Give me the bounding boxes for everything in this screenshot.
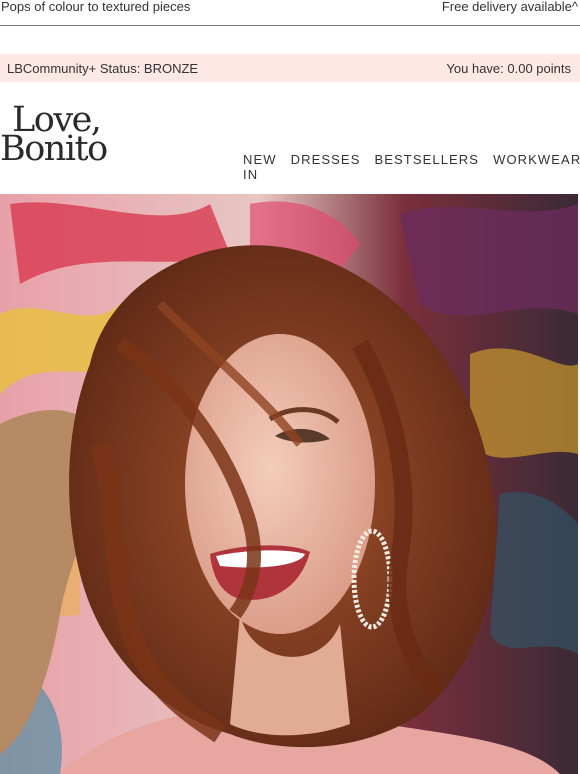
announcement-bar: Pops of colour to textured pieces Free d… [0,0,580,26]
nav-item-new-in[interactable]: NEW IN [243,152,277,182]
brand-logo[interactable]: Love, Bonito [0,103,130,169]
hero-photo-illustration [0,194,578,774]
nav-item-workwear[interactable]: WORKWEAR [493,152,580,182]
hero-image[interactable] [0,194,578,774]
membership-status: LBCommunity+ Status: BRONZE [7,61,199,76]
nav-item-dresses[interactable]: DRESSES [291,152,361,182]
membership-status-bar: LBCommunity+ Status: BRONZE You have: 0.… [0,54,580,82]
main-navigation: NEW IN DRESSES BESTSELLERS WORKWEAR [243,152,580,182]
delivery-text[interactable]: Free delivery available^ [442,0,578,14]
logo-line-2: Bonito [0,129,108,169]
promo-text[interactable]: Pops of colour to textured pieces [1,0,190,14]
nav-item-bestsellers[interactable]: BESTSELLERS [374,152,479,182]
points-balance: You have: 0.00 points [446,61,571,76]
